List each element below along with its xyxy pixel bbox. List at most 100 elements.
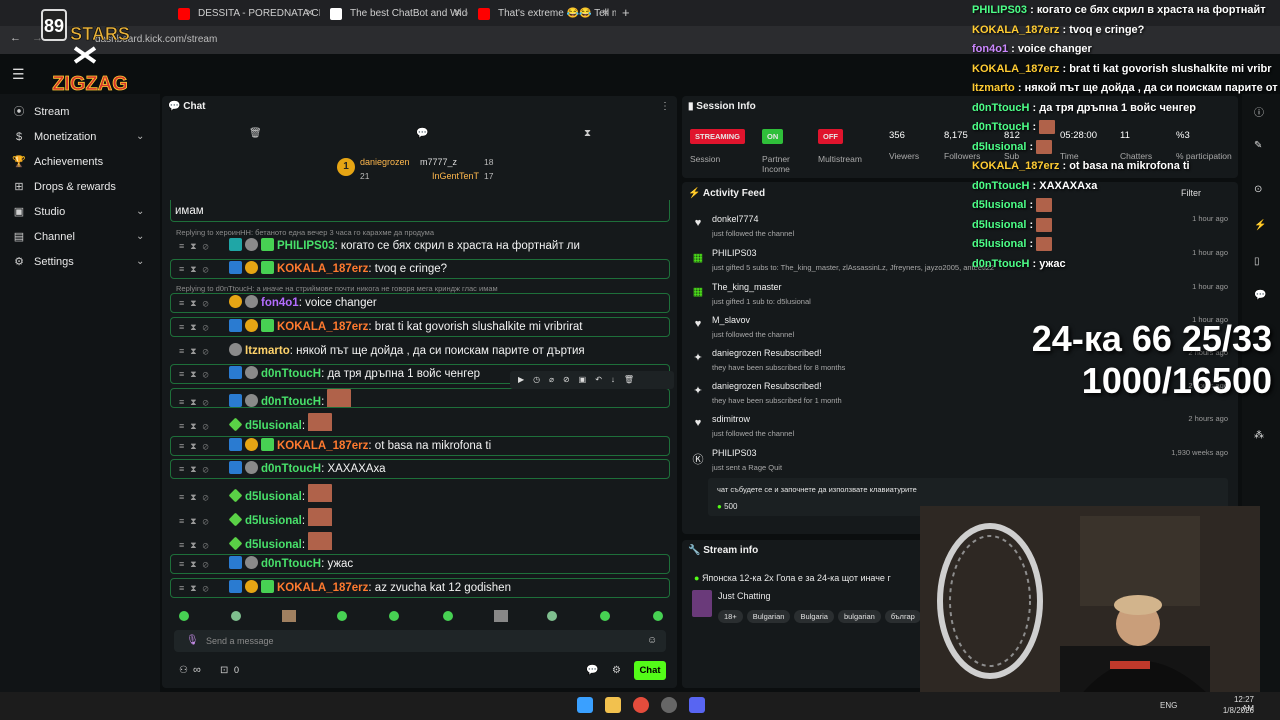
file-explorer-icon[interactable] [605, 697, 621, 713]
chat-username[interactable]: KOKALA_187erz [277, 440, 368, 452]
filter-button[interactable]: Filter [1181, 188, 1201, 198]
chat-message[interactable]: ≡⧗⊘ d0nTtoucH: ужас [170, 554, 670, 574]
browser-tab-1[interactable]: DESSITA - POREDNATA CIG ✕ [170, 3, 320, 25]
share-icon[interactable]: ⁂ [1254, 430, 1264, 441]
chat-username[interactable]: KOKALA_187erz [277, 582, 368, 594]
activity-name[interactable]: The_king_master [712, 282, 782, 292]
chat-message[interactable]: ≡⧗⊘ Itzmarto: някой път ще дойда , да си … [170, 341, 670, 361]
moderation-tools-icon[interactable]: ≡⧗⊘ [171, 342, 229, 360]
sidebar-item-stream[interactable]: ⦿ Stream [12, 102, 70, 122]
chat-username[interactable]: fon4o1 [261, 297, 299, 309]
send-chat-button[interactable]: Chat [634, 661, 666, 680]
sidebar-item-monetization[interactable]: $ Monetization [12, 127, 96, 147]
close-icon[interactable]: ✕ [306, 3, 314, 25]
chat-message[interactable]: ≡⧗⊘ d0nTtoucH: [170, 388, 670, 408]
gear-icon[interactable]: ⚙ [612, 665, 621, 676]
chat-message[interactable]: ≡⧗⊘ fon4o1: voice changer [170, 293, 670, 313]
trash-icon[interactable]: 🗑 [249, 128, 262, 139]
menu-icon[interactable]: ☰ [12, 66, 25, 83]
browser-tab-3[interactable]: That's extreme 😂😂 Tell me w✕ [470, 3, 616, 25]
language-indicator[interactable]: ENG [1160, 701, 1177, 710]
activity-name[interactable]: PHILIPS03 [712, 448, 757, 458]
browser-tab-2[interactable]: The best ChatBot and Widgets✕ [322, 3, 468, 25]
message-action-toolbar[interactable]: ▶◷⌀⊘▣↶↓🗑 [510, 371, 674, 389]
close-icon[interactable]: ✕ [454, 3, 462, 25]
sidebar-item-drops[interactable]: ⊞ Drops & rewards [12, 177, 116, 197]
more-options-icon[interactable]: ⋮ [660, 101, 670, 112]
chat-message[interactable]: ≡⧗⊘ PHILIPS03: когато се бях скрил в храс… [170, 236, 670, 256]
chat-username[interactable]: Itzmarto [245, 345, 290, 357]
chat-message[interactable]: ≡⧗⊘ d5lusional: [170, 507, 670, 527]
chat-message[interactable]: ≡⧗⊘ KOKALA_187erz: ot basa na mikrofona t… [170, 436, 670, 456]
chat-message[interactable]: ≡⧗⊘ d5lusional: [170, 412, 670, 432]
chat-bubble-icon[interactable]: 💬 [1254, 290, 1266, 301]
chat-username[interactable]: KOKALA_187erz [277, 263, 368, 275]
chat-message[interactable]: ≡⧗⊘ d5lusional: [170, 531, 670, 551]
chat-username[interactable]: d5lusional [245, 539, 302, 550]
chat-username[interactable]: d5lusional [245, 491, 302, 502]
chevron-down-icon[interactable]: ⌄ [136, 231, 144, 242]
hourglass-icon[interactable]: ⧗ [584, 128, 591, 139]
activity-name[interactable]: M_slavov [712, 315, 750, 325]
moderation-tools-icon[interactable]: ≡⧗⊘ [171, 260, 229, 278]
moderation-tools-icon[interactable]: ≡⧗⊘ [171, 417, 229, 431]
chevron-down-icon[interactable]: ⌄ [136, 206, 144, 217]
users-icon[interactable]: ⚇ [179, 665, 188, 676]
moderation-tools-icon[interactable]: ≡⧗⊘ [171, 393, 229, 407]
activity-name[interactable]: PHILIPS03 [712, 248, 757, 258]
moderation-tools-icon[interactable]: ≡⧗⊘ [171, 437, 229, 455]
discord-icon[interactable] [689, 697, 705, 713]
moderation-tools-icon[interactable]: ≡⧗⊘ [171, 318, 229, 336]
activity-name[interactable]: donkel7774 [712, 214, 759, 224]
store-icon[interactable]: ⊡ [220, 665, 228, 676]
activity-name[interactable]: daniegrozen Resubscribed! [712, 348, 822, 358]
chevron-down-icon[interactable]: ⌄ [136, 131, 144, 142]
moderation-tools-icon[interactable]: ≡⧗⊘ [171, 294, 229, 312]
chat-username[interactable]: d0nTtoucH [261, 463, 321, 475]
chat-message[interactable]: ≡⧗⊘ KOKALA_187erz: tvoq e cringe? [170, 259, 670, 279]
moderation-tools-icon[interactable]: ≡⧗⊘ [171, 488, 229, 502]
camera-icon[interactable]: ⊙ [1254, 184, 1262, 195]
chat-message[interactable]: ≡⧗⊘ d0nTtoucH: ХАХАХАха [170, 459, 670, 479]
moderation-tools-icon[interactable]: ≡⧗⊘ [171, 536, 229, 550]
chat-username[interactable]: d5lusional [245, 420, 302, 431]
sidebar-item-channel[interactable]: ▤ Channel [12, 227, 75, 247]
sidebar-item-studio[interactable]: ▣ Studio [12, 202, 65, 222]
moderation-tools-icon[interactable]: ≡⧗⊘ [171, 512, 229, 526]
chat-tab-icon[interactable]: 💬 [416, 128, 428, 139]
doc-icon[interactable]: ▯ [1254, 256, 1260, 267]
chat-username[interactable]: d0nTtoucH [261, 396, 321, 407]
moderation-tools-icon[interactable]: ≡⧗⊘ [171, 460, 229, 478]
activity-name[interactable]: sdimitrow [712, 414, 750, 424]
moderation-tools-icon[interactable]: ≡⧗⊘ [171, 555, 229, 573]
new-tab-button[interactable]: + [622, 5, 630, 20]
mic-icon[interactable]: 🎙 [186, 635, 199, 646]
chat-username[interactable]: d0nTtoucH [261, 368, 321, 380]
chat-bubble-icon[interactable]: 💬 [586, 665, 598, 676]
chevron-down-icon[interactable]: ⌄ [136, 256, 144, 267]
chrome-icon[interactable] [633, 697, 649, 713]
moderation-tools-icon[interactable]: ≡⧗⊘ [171, 365, 229, 383]
chat-message[interactable]: ≡⧗⊘ KOKALA_187erz: brat ti kat govorish s… [170, 317, 670, 337]
message-partial[interactable] [170, 200, 670, 222]
moderation-tools-icon[interactable]: ≡⧗⊘ [171, 579, 229, 597]
chat-username[interactable]: d0nTtoucH [261, 558, 321, 570]
info-icon[interactable]: ⓘ [1254, 104, 1264, 119]
chat-username[interactable]: KOKALA_187erz [277, 321, 368, 333]
moderation-tools-icon[interactable]: ≡⧗⊘ [171, 237, 229, 255]
close-icon[interactable]: ✕ [602, 3, 610, 25]
overlay-message-text: някой път ще дойда , да си поискам парит… [1024, 82, 1280, 94]
sidebar-item-settings[interactable]: ⚙ Settings [12, 252, 74, 272]
back-icon[interactable]: ← [10, 32, 21, 44]
edit-icon[interactable]: ✎ [1254, 140, 1262, 151]
lightning-icon[interactable]: ⚡ [1254, 220, 1266, 231]
chat-message[interactable]: ≡⧗⊘ d5lusional: [170, 483, 670, 503]
obs-icon[interactable] [661, 697, 677, 713]
windows-start-icon[interactable] [577, 697, 593, 713]
sidebar-item-achievements[interactable]: 🏆 Achievements [12, 152, 103, 172]
activity-name[interactable]: daniegrozen Resubscribed! [712, 381, 822, 391]
chat-username[interactable]: d5lusional [245, 515, 302, 526]
chat-message[interactable]: ≡⧗⊘ KOKALA_187erz: az zvucha kat 12 godis… [170, 578, 670, 598]
chat-username[interactable]: PHILIPS03 [277, 240, 335, 252]
emoji-icon[interactable]: ☺ [647, 635, 657, 646]
